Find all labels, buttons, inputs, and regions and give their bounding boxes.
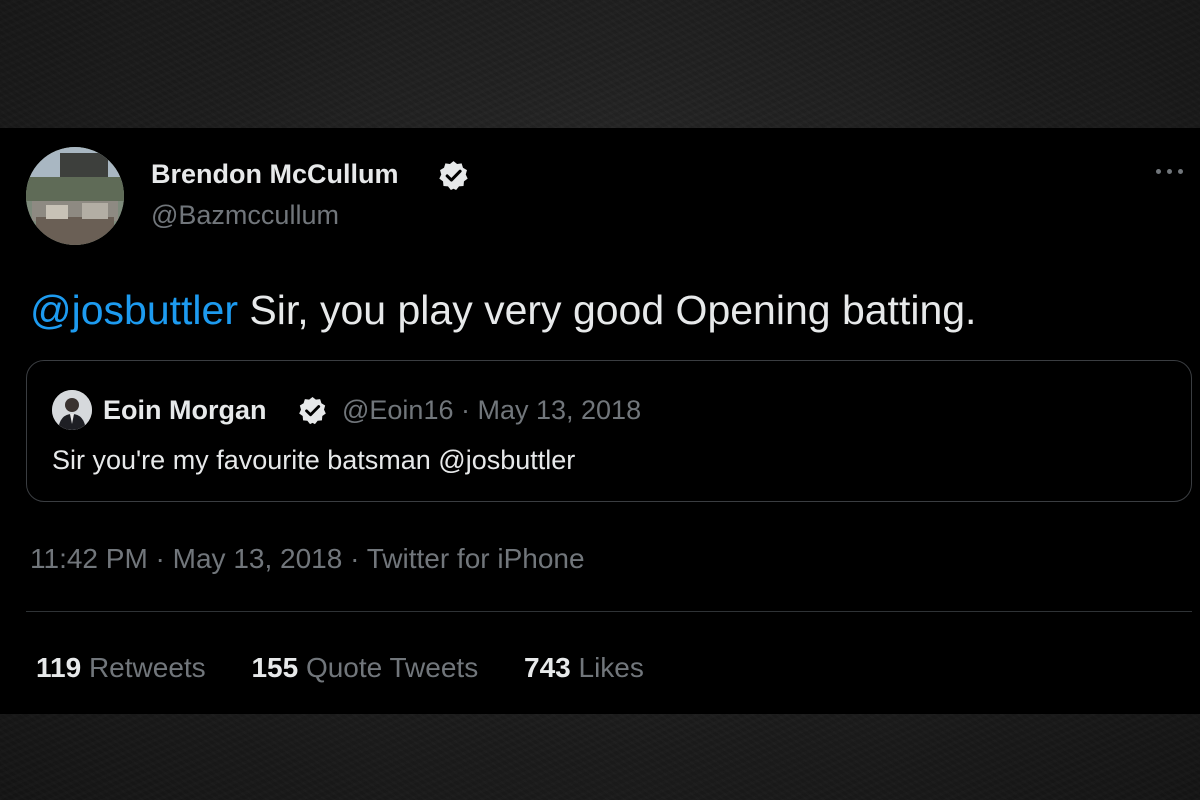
retweets-label: Retweets — [88, 652, 206, 683]
quoted-verified-badge-icon — [299, 396, 326, 425]
more-options-icon[interactable] — [1150, 158, 1190, 184]
retweets-stat[interactable]: 119 Retweets — [36, 651, 206, 685]
quoted-tweet-card[interactable] — [26, 360, 1192, 502]
quote-tweets-label: Quote Tweets — [305, 652, 479, 683]
mention-link[interactable]: @josbuttler — [30, 287, 238, 333]
quote-tweets-stat[interactable]: 155 Quote Tweets — [251, 651, 478, 685]
likes-count: 743 — [524, 652, 571, 683]
quoted-profile-photo-icon — [52, 390, 92, 430]
tweet-stats: 119 Retweets 155 Quote Tweets 743 Likes — [36, 651, 682, 685]
author-display-name[interactable]: Brendon McCullum — [151, 157, 399, 191]
quote-tweets-count: 155 — [251, 652, 299, 683]
tweet-text: @josbuttler Sir, you play very good Open… — [30, 284, 976, 336]
tweet-body: Sir, you play very good Opening batting. — [237, 287, 977, 333]
author-avatar[interactable] — [26, 147, 124, 245]
tweet-timestamp[interactable]: 11:42 PM · May 13, 2018 · Twitter for iP… — [30, 542, 585, 576]
likes-stat[interactable]: 743 Likes — [524, 651, 644, 685]
author-handle[interactable]: @Bazmccullum — [151, 199, 339, 231]
quoted-author-name[interactable]: Eoin Morgan — [103, 394, 267, 426]
quoted-author-avatar[interactable] — [52, 390, 92, 430]
retweets-count: 119 — [36, 652, 82, 683]
verified-badge-icon — [439, 161, 468, 190]
profile-photo-icon — [26, 147, 124, 245]
quoted-tweet-meta: @Eoin16 · May 13, 2018 — [342, 395, 642, 425]
quoted-tweet-text: Sir you're my favourite batsman @josbutt… — [52, 445, 576, 475]
likes-label: Likes — [578, 652, 644, 683]
divider — [26, 611, 1192, 612]
